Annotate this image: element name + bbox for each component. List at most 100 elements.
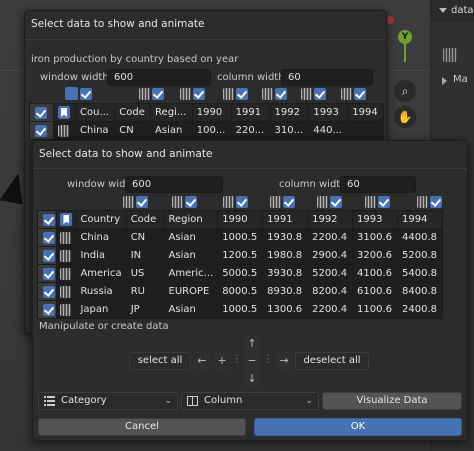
column-pin-icon[interactable] — [223, 196, 234, 208]
column-checkbox[interactable] — [314, 88, 326, 100]
table-cell[interactable]: Russia — [75, 282, 127, 301]
column-checkbox[interactable] — [152, 88, 164, 100]
table-cell[interactable]: America — [75, 264, 127, 283]
table-cell[interactable]: CN — [114, 121, 152, 140]
column-pin-icon[interactable] — [417, 196, 428, 208]
column-checkbox[interactable] — [193, 88, 205, 100]
row-checkbox[interactable] — [43, 303, 55, 316]
table-cell[interactable]: US — [125, 264, 165, 283]
cancel-button[interactable]: Cancel — [38, 418, 246, 436]
table-cell[interactable]: 1200.5 — [217, 246, 264, 265]
table-cell[interactable]: 2900.4 — [307, 246, 354, 265]
table-cell[interactable]: 5400.8 — [397, 264, 443, 283]
row-select-cell[interactable] — [29, 103, 54, 122]
row-checkbox[interactable] — [43, 267, 55, 280]
table-cell[interactable]: 2400.8 — [397, 300, 443, 319]
column-checkbox[interactable] — [185, 196, 197, 208]
table-cell[interactable]: 440... — [308, 121, 349, 140]
window-width-field[interactable]: 600 — [125, 176, 223, 193]
table-cell[interactable]: China — [74, 121, 116, 140]
table-cell[interactable]: 5000.5 — [217, 264, 264, 283]
table-cell[interactable]: IN — [125, 246, 165, 265]
hand-pan-icon[interactable]: ✋ — [394, 106, 416, 128]
column-checkbox[interactable] — [330, 196, 342, 208]
column-checkbox[interactable] — [283, 196, 295, 208]
table-cell[interactable]: 8200.4 — [307, 282, 354, 301]
table-cell[interactable]: 6100.6 — [352, 282, 398, 301]
table-cell[interactable]: 5200.8 — [397, 246, 443, 265]
table-cell[interactable]: 3200.6 — [352, 246, 398, 265]
table-cell[interactable]: EUROPE — [163, 282, 219, 301]
country-column-toggle-icon[interactable] — [65, 87, 78, 100]
table-cell[interactable]: RU — [125, 282, 165, 301]
column-width-field[interactable]: 60 — [281, 69, 373, 86]
table-cell[interactable]: Asian — [163, 246, 219, 265]
select-all-button[interactable]: select all — [129, 352, 191, 370]
add-button[interactable]: + — [213, 352, 231, 370]
table-cell[interactable]: 8930.8 — [262, 282, 309, 301]
column-pin-icon[interactable] — [341, 88, 352, 100]
column-pin-icon[interactable] — [317, 196, 328, 208]
table-cell[interactable]: Asian — [163, 228, 219, 247]
row-select-cell[interactable] — [36, 282, 58, 301]
row-checkbox[interactable] — [43, 285, 55, 298]
table-cell[interactable]: CN — [125, 228, 165, 247]
column-dropdown[interactable]: Column ⌄ — [181, 392, 319, 410]
move-right-button[interactable]: → — [275, 352, 293, 370]
gizmo-y-axis-icon[interactable]: Y — [398, 30, 412, 44]
table-cell[interactable]: 4100.6 — [352, 264, 398, 283]
table-cell[interactable]: 8000.5 — [217, 282, 264, 301]
column-checkbox[interactable] — [136, 196, 148, 208]
table-cell[interactable]: 310... — [269, 121, 310, 140]
column-checkbox[interactable] — [430, 196, 442, 208]
column-pin-icon[interactable] — [139, 88, 150, 100]
table-cell[interactable]: 220... — [230, 121, 271, 140]
table-cell[interactable]: 1000.5 — [217, 228, 264, 247]
column-checkbox[interactable] — [236, 88, 248, 100]
row-select-cell[interactable] — [29, 121, 54, 140]
column-checkbox[interactable] — [275, 88, 287, 100]
table-cell[interactable]: Japan — [75, 300, 127, 319]
row-select-cell[interactable] — [36, 264, 58, 283]
row-select-cell[interactable] — [36, 300, 58, 319]
move-left-button[interactable]: ← — [193, 352, 211, 370]
row-checkbox[interactable] — [35, 106, 47, 119]
column-checkbox[interactable] — [80, 88, 92, 100]
column-checkbox[interactable] — [236, 196, 248, 208]
row-checkbox[interactable] — [43, 213, 55, 226]
table-cell[interactable]: Americ... — [163, 264, 219, 283]
window-width-field[interactable]: 600 — [107, 69, 211, 86]
row-pin-icon[interactable] — [60, 249, 72, 262]
visualize-data-button[interactable]: Visualize Data — [322, 392, 462, 410]
row-checkbox[interactable] — [43, 249, 55, 262]
column-pin-icon[interactable] — [262, 88, 273, 100]
table-cell[interactable]: 1930.8 — [262, 228, 309, 247]
column-pin-icon[interactable] — [123, 196, 134, 208]
column-checkbox[interactable] — [354, 88, 366, 100]
row-pin-icon[interactable] — [60, 285, 72, 298]
table-cell[interactable]: 1300.6 — [262, 300, 309, 319]
collapse-arrow-icon[interactable] — [439, 8, 447, 13]
category-dropdown[interactable]: Category ⌄ — [38, 392, 178, 410]
row-select-cell[interactable] — [36, 246, 58, 265]
table-cell[interactable]: 2200.4 — [307, 228, 354, 247]
row-pin-icon[interactable] — [60, 267, 72, 280]
column-pin-icon[interactable] — [301, 88, 312, 100]
table-cell[interactable]: 4400.8 — [397, 228, 443, 247]
column-pin-icon[interactable] — [270, 196, 281, 208]
row-select-cell[interactable] — [36, 228, 58, 247]
column-pin-icon[interactable] — [172, 196, 183, 208]
table-cell[interactable]: JP — [125, 300, 165, 319]
row-checkbox[interactable] — [43, 231, 55, 244]
column-pin-icon[interactable] — [180, 88, 191, 100]
table-cell[interactable]: India — [75, 246, 127, 265]
table-cell[interactable]: 3930.8 — [262, 264, 309, 283]
row-pin-icon[interactable] — [60, 231, 72, 244]
table-cell[interactable]: 1000.5 — [217, 300, 264, 319]
row-pin-icon[interactable] — [58, 124, 69, 137]
move-down-button[interactable]: ↓ — [243, 370, 261, 388]
ok-button[interactable]: OK — [254, 418, 462, 436]
table-cell[interactable]: 5200.4 — [307, 264, 354, 283]
table-cell[interactable]: 2200.4 — [307, 300, 354, 319]
table-cell[interactable]: 3100.6 — [352, 228, 398, 247]
